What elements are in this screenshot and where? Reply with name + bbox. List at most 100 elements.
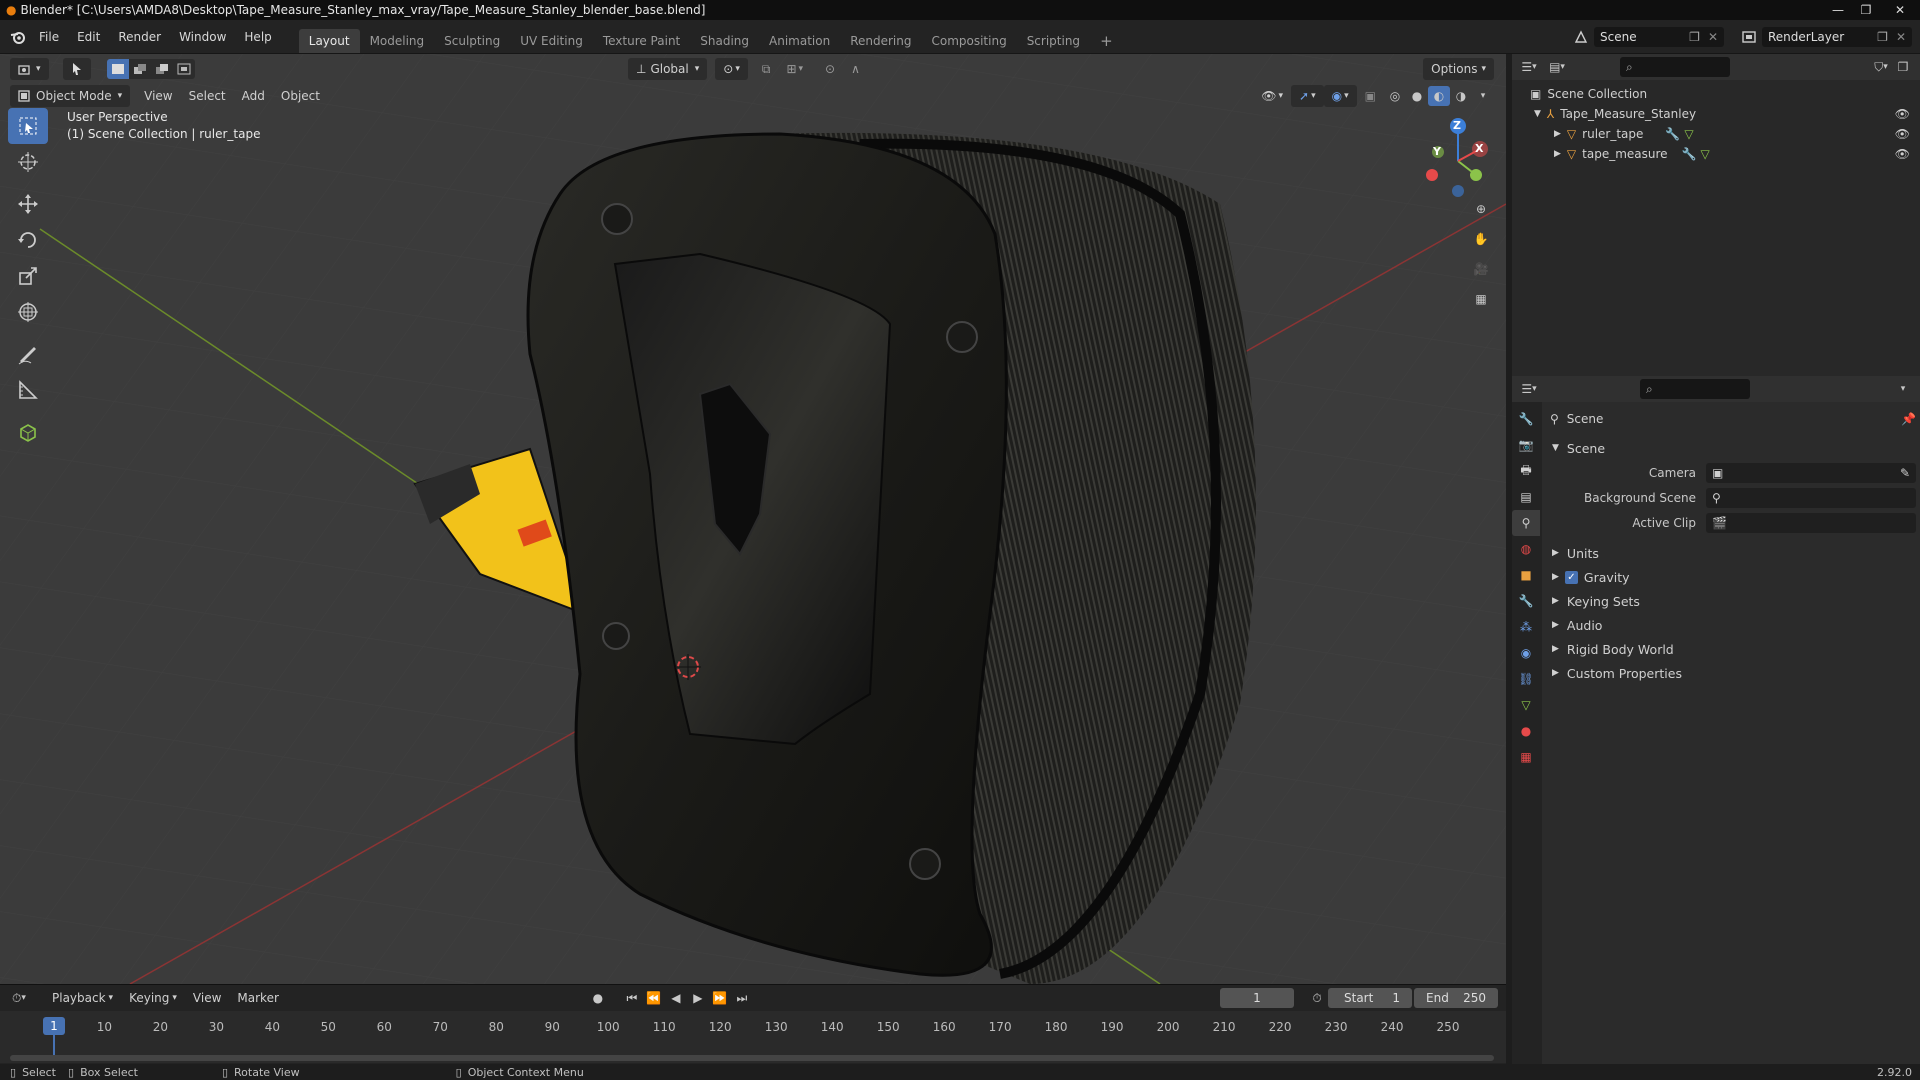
gizmo-toggle-icon[interactable]: ➚ ▾: [1291, 85, 1324, 107]
tab-texture-paint[interactable]: Texture Paint: [593, 29, 690, 53]
preview-range-icon[interactable]: ⏱: [1306, 988, 1328, 1008]
blender-menu-icon[interactable]: [6, 27, 30, 47]
expand-item-icon[interactable]: ▶: [1554, 129, 1561, 139]
filter-icon[interactable]: ⛉ ▾: [1870, 57, 1892, 77]
menu-object[interactable]: Object: [273, 85, 328, 107]
select-tool-icon[interactable]: [62, 58, 91, 80]
snap-target-icon[interactable]: ⊞ ▾: [778, 58, 811, 80]
camera-field[interactable]: ▣ ✎: [1706, 462, 1916, 483]
new-collection-icon[interactable]: ❐: [1892, 57, 1914, 77]
eyedropper-icon[interactable]: ✎: [1900, 466, 1910, 480]
gravity-checkbox[interactable]: ✓: [1564, 570, 1578, 584]
record-icon[interactable]: ●: [587, 988, 609, 1008]
menu-help[interactable]: Help: [235, 26, 280, 48]
current-frame-field[interactable]: 1: [1220, 988, 1294, 1008]
outliner-search[interactable]: ⌕: [1620, 57, 1730, 77]
scene-panel-header[interactable]: ▼ Scene: [1546, 436, 1916, 460]
navigation-gizmo[interactable]: Z X Y: [1418, 116, 1498, 206]
particles-tab-icon[interactable]: ⁂: [1512, 614, 1540, 640]
tree-item-ruler-tape[interactable]: ▶ ▽ ruler_tape 🔧 ▽ 👁: [1512, 124, 1920, 144]
units-panel[interactable]: ▶ Units: [1546, 541, 1916, 565]
properties-editor-type-icon[interactable]: ☰ ▾: [1518, 379, 1540, 399]
visibility-eye-icon[interactable]: 👁: [1895, 107, 1910, 121]
transform-tool-icon[interactable]: [8, 294, 48, 330]
remove-layer-icon[interactable]: ✕: [1896, 30, 1906, 44]
modifier-tab-icon[interactable]: 🔧: [1512, 588, 1540, 614]
tab-rendering[interactable]: Rendering: [840, 29, 921, 53]
remove-scene-icon[interactable]: ✕: [1708, 30, 1718, 44]
properties-options-icon[interactable]: ▾: [1892, 379, 1914, 399]
expand-collection-icon[interactable]: ▼: [1534, 109, 1541, 119]
scene-selector-icon[interactable]: [1570, 27, 1592, 47]
view-layer-icon[interactable]: [1738, 27, 1760, 47]
overlay-toggle-icon[interactable]: ◉ ▾: [1323, 85, 1357, 107]
camera-view-icon[interactable]: 🎥: [1468, 254, 1494, 284]
timeline-view-menu[interactable]: View: [185, 987, 229, 1009]
menu-select[interactable]: Select: [181, 85, 234, 107]
active-clip-field[interactable]: 🎬: [1706, 512, 1916, 533]
tree-root[interactable]: ▣ Scene Collection: [1512, 84, 1920, 104]
move-tool-icon[interactable]: [8, 186, 48, 222]
render-tab-icon[interactable]: 📷: [1512, 432, 1540, 458]
tab-shading[interactable]: Shading: [690, 29, 759, 53]
visibility-icon[interactable]: 👁 ▾: [1253, 85, 1291, 107]
minimize-icon[interactable]: —: [1824, 1, 1852, 19]
audio-panel[interactable]: ▶ Audio: [1546, 613, 1916, 637]
outliner-editor-type-icon[interactable]: ☰ ▾: [1518, 57, 1540, 77]
keying-menu[interactable]: Keying ▾: [121, 987, 185, 1009]
playback-menu[interactable]: Playback ▾: [44, 987, 121, 1009]
physics-tab-icon[interactable]: ◉: [1512, 640, 1540, 666]
measure-tool-icon[interactable]: [8, 372, 48, 408]
gravity-panel[interactable]: ▶ ✓ Gravity: [1546, 565, 1916, 589]
prev-keyframe-icon[interactable]: ⏪: [643, 988, 665, 1008]
material-shading-icon[interactable]: ◐: [1428, 86, 1450, 106]
tree-item-tape-measure[interactable]: ▶ ▽ tape_measure 🔧 ▽ 👁: [1512, 144, 1920, 164]
falloff-icon[interactable]: ∧: [843, 58, 868, 80]
start-frame-field[interactable]: Start 1: [1328, 988, 1412, 1008]
object-tab-icon[interactable]: ■: [1512, 562, 1540, 588]
add-workspace-icon[interactable]: +: [1090, 29, 1123, 53]
tab-sculpting[interactable]: Sculpting: [434, 29, 510, 53]
transform-orientation-dropdown[interactable]: ⊥ Global ▾: [628, 58, 708, 80]
grid-perspective-icon[interactable]: ▦: [1468, 284, 1494, 314]
snap-icon[interactable]: ⧉: [754, 58, 779, 80]
world-tab-icon[interactable]: ◍: [1512, 536, 1540, 562]
xray-icon[interactable]: ▣: [1357, 85, 1384, 107]
tab-modeling[interactable]: Modeling: [360, 29, 435, 53]
play-reverse-icon[interactable]: ◀: [665, 988, 687, 1008]
timeline-editor-type-icon[interactable]: ⏱ ▾: [8, 988, 30, 1008]
pivot-point-icon[interactable]: ⊙ ▾: [715, 58, 748, 80]
tool-tab-icon[interactable]: 🔧: [1512, 406, 1540, 432]
outliner[interactable]: ☰ ▾ ▤ ▾ ⌕ ⛉ ▾ ❐ ▣ Scene Collection ▼ ⅄ Tape…: [1512, 54, 1920, 376]
scene-field[interactable]: Scene ❐ ✕: [1594, 26, 1724, 47]
tab-layout[interactable]: Layout: [298, 29, 360, 53]
3d-viewport[interactable]: ▾ ⊥ Global ▾ ⊙ ▾ ⧉ ⊞ ▾ ⊙ ∧ Options ▾ Obj…: [0, 54, 1506, 984]
select-new-icon[interactable]: [106, 59, 129, 79]
menu-window[interactable]: Window: [170, 26, 235, 48]
output-tab-icon[interactable]: 🖶: [1512, 458, 1540, 484]
timeline-scrollbar[interactable]: [10, 1055, 1494, 1061]
zoom-icon[interactable]: ⊕: [1468, 194, 1494, 224]
jump-start-icon[interactable]: ⏮: [621, 988, 643, 1008]
background-scene-field[interactable]: ⚲: [1706, 487, 1916, 508]
tab-scripting[interactable]: Scripting: [1017, 29, 1090, 53]
shading-options-icon[interactable]: ▾: [1472, 86, 1494, 106]
next-keyframe-icon[interactable]: ⏩: [709, 988, 731, 1008]
mode-dropdown[interactable]: Object Mode ▾: [10, 85, 131, 107]
tree-collection[interactable]: ▼ ⅄ Tape_Measure_Stanley 👁: [1512, 104, 1920, 124]
visibility-eye-icon[interactable]: 👁: [1895, 127, 1910, 141]
timeline[interactable]: ⏱ ▾ Playback ▾ Keying ▾ View Marker ● ⏮ ⏪ ◀…: [0, 984, 1506, 1064]
restore-icon[interactable]: ❐: [1852, 1, 1880, 19]
visibility-eye-icon[interactable]: 👁: [1895, 147, 1910, 161]
menu-add[interactable]: Add: [234, 85, 273, 107]
annotate-tool-icon[interactable]: [8, 336, 48, 372]
rotate-tool-icon[interactable]: [8, 222, 48, 258]
select-subtract-icon[interactable]: [150, 59, 173, 79]
view-layer-tab-icon[interactable]: ▤: [1512, 484, 1540, 510]
menu-edit[interactable]: Edit: [68, 26, 109, 48]
play-icon[interactable]: ▶: [687, 988, 709, 1008]
tab-uv-editing[interactable]: UV Editing: [510, 29, 593, 53]
texture-tab-icon[interactable]: ▦: [1512, 744, 1540, 770]
data-tab-icon[interactable]: ▽: [1512, 692, 1540, 718]
menu-view[interactable]: View: [136, 85, 180, 107]
